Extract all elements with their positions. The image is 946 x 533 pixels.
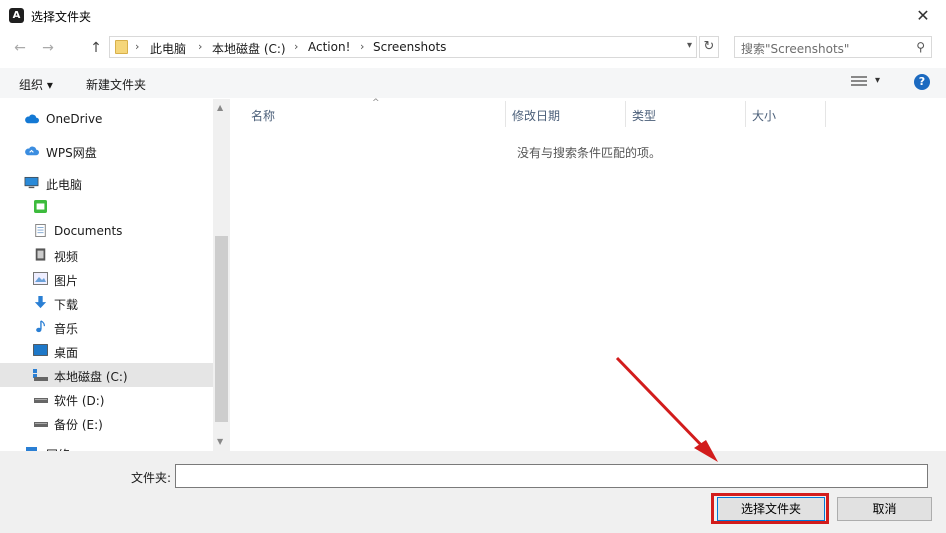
sidebar-item-network[interactable]: 网络: [0, 441, 213, 451]
folder-name-input[interactable]: [175, 464, 928, 488]
command-bar: 组织 ▾ 新建文件夹: [0, 68, 946, 98]
app-icon: A: [9, 8, 24, 23]
column-header-date[interactable]: 修改日期: [506, 101, 626, 127]
sidebar-item-documents[interactable]: Documents: [0, 219, 213, 243]
drive-icon: [34, 422, 48, 427]
new-folder-button[interactable]: 新建文件夹: [86, 76, 146, 93]
drive-icon: [34, 398, 48, 403]
title-bar: A 选择文件夹 ✕: [0, 0, 946, 31]
column-header-size[interactable]: 大小: [746, 101, 826, 127]
column-label: 类型: [632, 109, 657, 123]
sidebar-item-backup-e[interactable]: 备份 (E:): [0, 411, 213, 435]
sidebar-item-onedrive[interactable]: OneDrive: [0, 107, 213, 131]
sidebar-item-label: Documents: [54, 224, 123, 238]
select-folder-button[interactable]: 选择文件夹: [717, 497, 825, 521]
empty-message: 没有与搜索条件匹配的项。: [517, 146, 662, 160]
computer-icon: [24, 176, 39, 189]
search-input[interactable]: 搜索"Screenshots" ⚲: [734, 36, 932, 58]
cancel-button[interactable]: 取消: [837, 497, 932, 521]
scroll-down-icon[interactable]: ▼: [217, 437, 223, 446]
column-label: 修改日期: [512, 109, 561, 123]
breadcrumb-this-pc[interactable]: 此电脑: [150, 40, 186, 57]
search-placeholder: 搜索"Screenshots": [741, 42, 850, 56]
sidebar-scrollbar[interactable]: ▲ ▼: [213, 99, 230, 451]
video-icon: [35, 248, 46, 261]
organize-menu[interactable]: 组织 ▾: [19, 76, 53, 93]
picture-icon: [33, 272, 48, 285]
download-icon: [34, 296, 47, 309]
sidebar-item-videos[interactable]: 视频: [0, 243, 213, 267]
breadcrumb-separator: ›: [294, 40, 299, 53]
sidebar-item-label: WPS网盘: [46, 146, 97, 160]
address-bar[interactable]: › 此电脑 › 本地磁盘 (C:) › Action! › Screenshot…: [109, 36, 697, 58]
sidebar-item-label: 视频: [54, 250, 79, 264]
breadcrumb-separator: ›: [360, 40, 365, 53]
close-button[interactable]: ✕: [900, 0, 946, 31]
sidebar-item-label: 此电脑: [46, 178, 83, 192]
window-title: 选择文件夹: [31, 10, 92, 24]
green-app-icon: [34, 200, 47, 213]
sidebar-item-label: 音乐: [54, 322, 79, 336]
up-button[interactable]: ↑: [86, 38, 106, 58]
back-button[interactable]: ←: [10, 38, 30, 58]
sidebar-item-downloads[interactable]: 下载: [0, 291, 213, 315]
sidebar-item-label: 备份 (E:): [54, 418, 103, 432]
music-icon: [36, 320, 46, 333]
folder-label: 文件夹:: [131, 471, 172, 485]
sidebar-item-label: 本地磁盘 (C:): [54, 370, 128, 384]
help-button[interactable]: ?: [914, 74, 930, 90]
breadcrumb-action[interactable]: Action!: [308, 40, 350, 54]
document-icon: [35, 224, 46, 237]
sidebar-item-music[interactable]: 音乐: [0, 315, 213, 339]
search-icon: ⚲: [916, 40, 925, 54]
scroll-up-icon[interactable]: ▲: [217, 103, 223, 112]
view-options-icon[interactable]: [851, 76, 867, 88]
drive-icon: [33, 369, 48, 381]
desktop-icon: [33, 344, 48, 356]
sidebar-item-label: 图片: [54, 274, 79, 288]
column-label: 名称: [251, 109, 276, 123]
sidebar-item-green-app[interactable]: [0, 195, 213, 219]
breadcrumb-separator: ›: [198, 40, 203, 53]
sidebar-item-label: 桌面: [54, 346, 79, 360]
column-header-type[interactable]: 类型: [626, 101, 746, 127]
cloud-icon: [25, 114, 39, 124]
sidebar-item-local-disk-c[interactable]: 本地磁盘 (C:): [0, 363, 213, 387]
sidebar-item-pictures[interactable]: 图片: [0, 267, 213, 291]
column-label: 大小: [752, 109, 777, 123]
sidebar-item-wps[interactable]: WPS网盘: [0, 139, 213, 163]
breadcrumb-screenshots[interactable]: Screenshots: [373, 40, 446, 54]
refresh-button[interactable]: ↻: [699, 36, 719, 58]
scrollbar-thumb[interactable]: [215, 236, 228, 422]
navigation-pane: OneDrive WPS网盘 此电脑 Documents 视频 图片 下载 音乐…: [0, 99, 213, 451]
breadcrumb-separator: ›: [135, 40, 140, 53]
sidebar-item-desktop[interactable]: 桌面: [0, 339, 213, 363]
sidebar-item-software-d[interactable]: 软件 (D:): [0, 387, 213, 411]
sidebar-item-label: OneDrive: [46, 112, 103, 126]
sidebar-item-label: 软件 (D:): [54, 394, 105, 408]
view-dropdown-icon[interactable]: ▾: [875, 75, 880, 86]
wps-cloud-icon: [25, 146, 39, 156]
breadcrumb-local-disk[interactable]: 本地磁盘 (C:): [212, 40, 286, 57]
sort-ascending-icon: ^: [372, 98, 380, 108]
forward-button[interactable]: →: [38, 38, 58, 58]
folder-icon: [115, 40, 128, 54]
sidebar-item-label: 下载: [54, 298, 79, 312]
sidebar-item-this-pc[interactable]: 此电脑: [0, 171, 213, 195]
address-dropdown-icon[interactable]: ▾: [687, 40, 692, 51]
